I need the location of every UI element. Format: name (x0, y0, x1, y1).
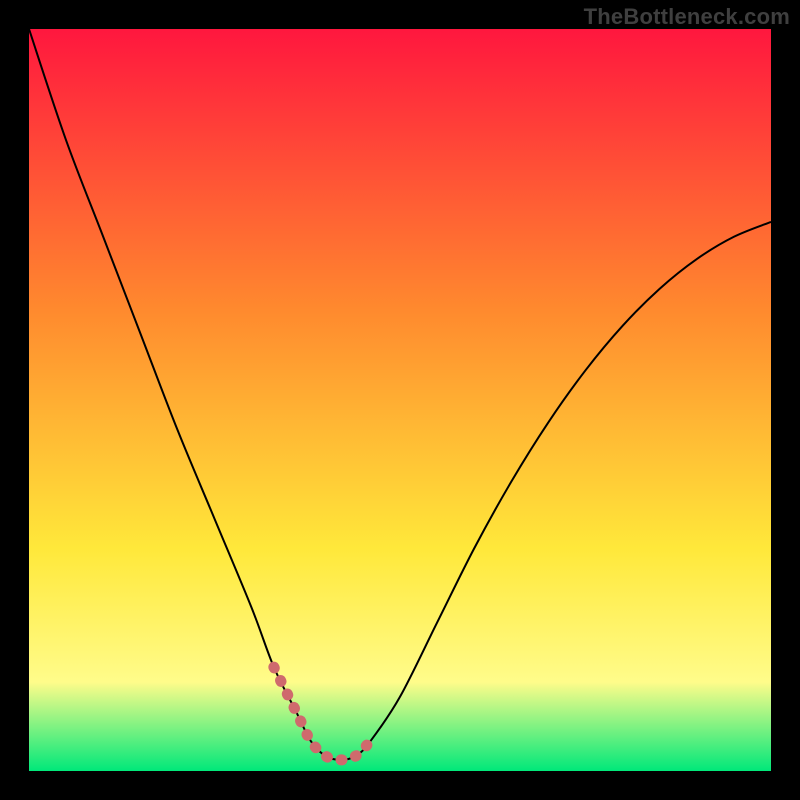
chart-frame: TheBottleneck.com (0, 0, 800, 800)
bottleneck-chart (29, 29, 771, 771)
plot-area (29, 29, 771, 771)
gradient-background (29, 29, 771, 771)
watermark-text: TheBottleneck.com (584, 4, 790, 30)
